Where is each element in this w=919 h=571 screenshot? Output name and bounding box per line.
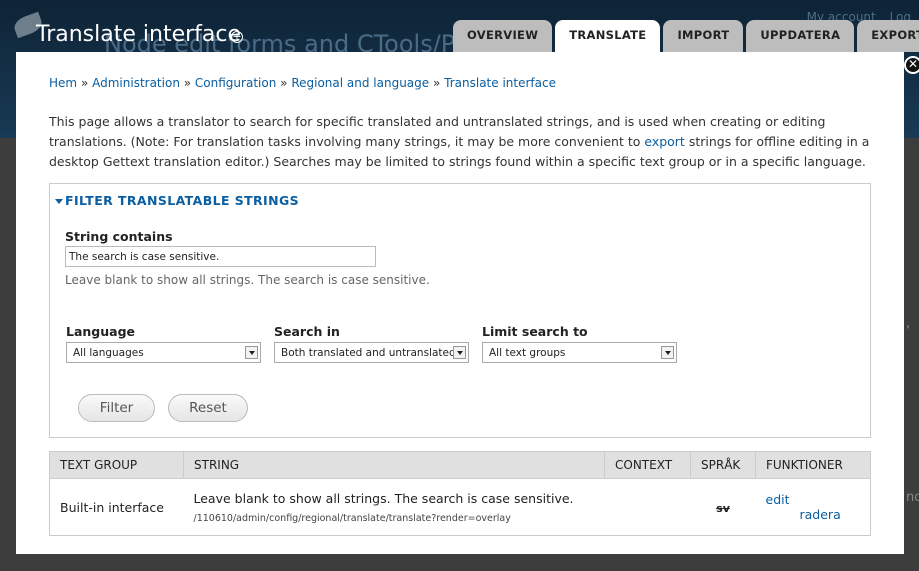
add-shortcut-icon[interactable]: + — [231, 31, 243, 43]
column-header-language: SPRÅK — [690, 451, 756, 479]
overlay-content: Hem » Administration » Configuration » R… — [16, 52, 904, 554]
tab-overview[interactable]: OVERVIEW — [453, 20, 553, 52]
table-header-row: TEXT GROUP STRING CONTEXT SPRÅK FUNKTION… — [49, 451, 871, 479]
breadcrumb-separator: » — [280, 76, 288, 90]
background-text-fragment: nor — [906, 490, 919, 505]
language-select[interactable]: All languages — [66, 342, 261, 363]
breadcrumb-separator: » — [80, 76, 89, 90]
breadcrumb: Hem » Administration » Configuration » R… — [49, 76, 556, 90]
cell-text-group: Built-in interface — [49, 478, 184, 536]
background-text-fragment: , — [906, 316, 911, 331]
cell-operations: edit radera — [755, 478, 871, 536]
edit-link[interactable]: edit — [766, 492, 790, 507]
overlay-tabs: OVERVIEW TRANSLATE IMPORT UPPDATERA EXPO… — [453, 20, 919, 53]
breadcrumb-home[interactable]: Hem — [49, 76, 77, 90]
export-link[interactable]: export — [644, 134, 685, 149]
select-arrow-icon — [661, 346, 674, 359]
breadcrumb-separator: » — [183, 76, 192, 90]
tab-import[interactable]: IMPORT — [663, 20, 744, 52]
column-header-context[interactable]: CONTEXT — [604, 451, 691, 479]
column-header-string[interactable]: STRING — [183, 451, 605, 479]
limit-search-label: Limit search to — [482, 324, 588, 339]
search-in-select-value: Both translated and untranslated s — [281, 347, 465, 359]
table-row: Built-in interface Leave blank to show a… — [49, 478, 871, 536]
select-arrow-icon — [245, 346, 258, 359]
tab-uppdatera[interactable]: UPPDATERA — [746, 20, 855, 52]
cell-language: sv — [690, 478, 756, 536]
search-in-label: Search in — [274, 324, 340, 339]
string-contains-description: Leave blank to show all strings. The sea… — [65, 273, 430, 287]
breadcrumb-configuration[interactable]: Configuration — [195, 76, 276, 90]
breadcrumb-separator: » — [432, 76, 441, 90]
string-location: /110610/admin/config/regional/translate/… — [193, 512, 511, 524]
tab-translate[interactable]: TRANSLATE — [555, 20, 661, 53]
search-in-select[interactable]: Both translated and untranslated s — [274, 342, 469, 363]
column-header-text-group[interactable]: TEXT GROUP — [49, 451, 184, 479]
tab-export[interactable]: EXPORT — [857, 20, 919, 52]
close-overlay-icon[interactable]: ✕ — [904, 56, 919, 74]
filter-legend-label: FILTER TRANSLATABLE STRINGS — [65, 193, 300, 208]
limit-search-select-value: All text groups — [489, 347, 566, 359]
string-contains-input[interactable] — [65, 246, 376, 267]
breadcrumb-translate-interface[interactable]: Translate interface — [444, 76, 556, 90]
language-label: Language — [66, 324, 136, 339]
filter-legend[interactable]: FILTER TRANSLATABLE STRINGS — [55, 193, 299, 208]
column-header-operations: FUNKTIONER — [755, 451, 871, 479]
string-contains-label: String contains — [65, 229, 173, 244]
overlay-title: Translate interface — [36, 22, 242, 47]
limit-search-select[interactable]: All text groups — [482, 342, 677, 363]
select-arrow-icon — [453, 346, 466, 359]
filter-fieldset: FILTER TRANSLATABLE STRINGS String conta… — [49, 183, 871, 438]
filter-button[interactable]: Filter — [78, 394, 155, 422]
collapse-triangle-icon — [55, 199, 63, 204]
breadcrumb-administration[interactable]: Administration — [92, 76, 180, 90]
cell-string: Leave blank to show all strings. The sea… — [183, 478, 605, 536]
breadcrumb-regional-language[interactable]: Regional and language — [291, 76, 429, 90]
reset-button[interactable]: Reset — [168, 394, 248, 422]
source-string: Leave blank to show all strings. The sea… — [193, 490, 574, 506]
help-text: This page allows a translator to search … — [49, 112, 879, 172]
delete-link[interactable]: radera — [800, 507, 841, 522]
results-table: TEXT GROUP STRING CONTEXT SPRÅK FUNKTION… — [49, 451, 871, 536]
language-select-value: All languages — [73, 347, 144, 359]
cell-context — [604, 478, 691, 536]
untranslated-language: sv — [716, 501, 730, 515]
